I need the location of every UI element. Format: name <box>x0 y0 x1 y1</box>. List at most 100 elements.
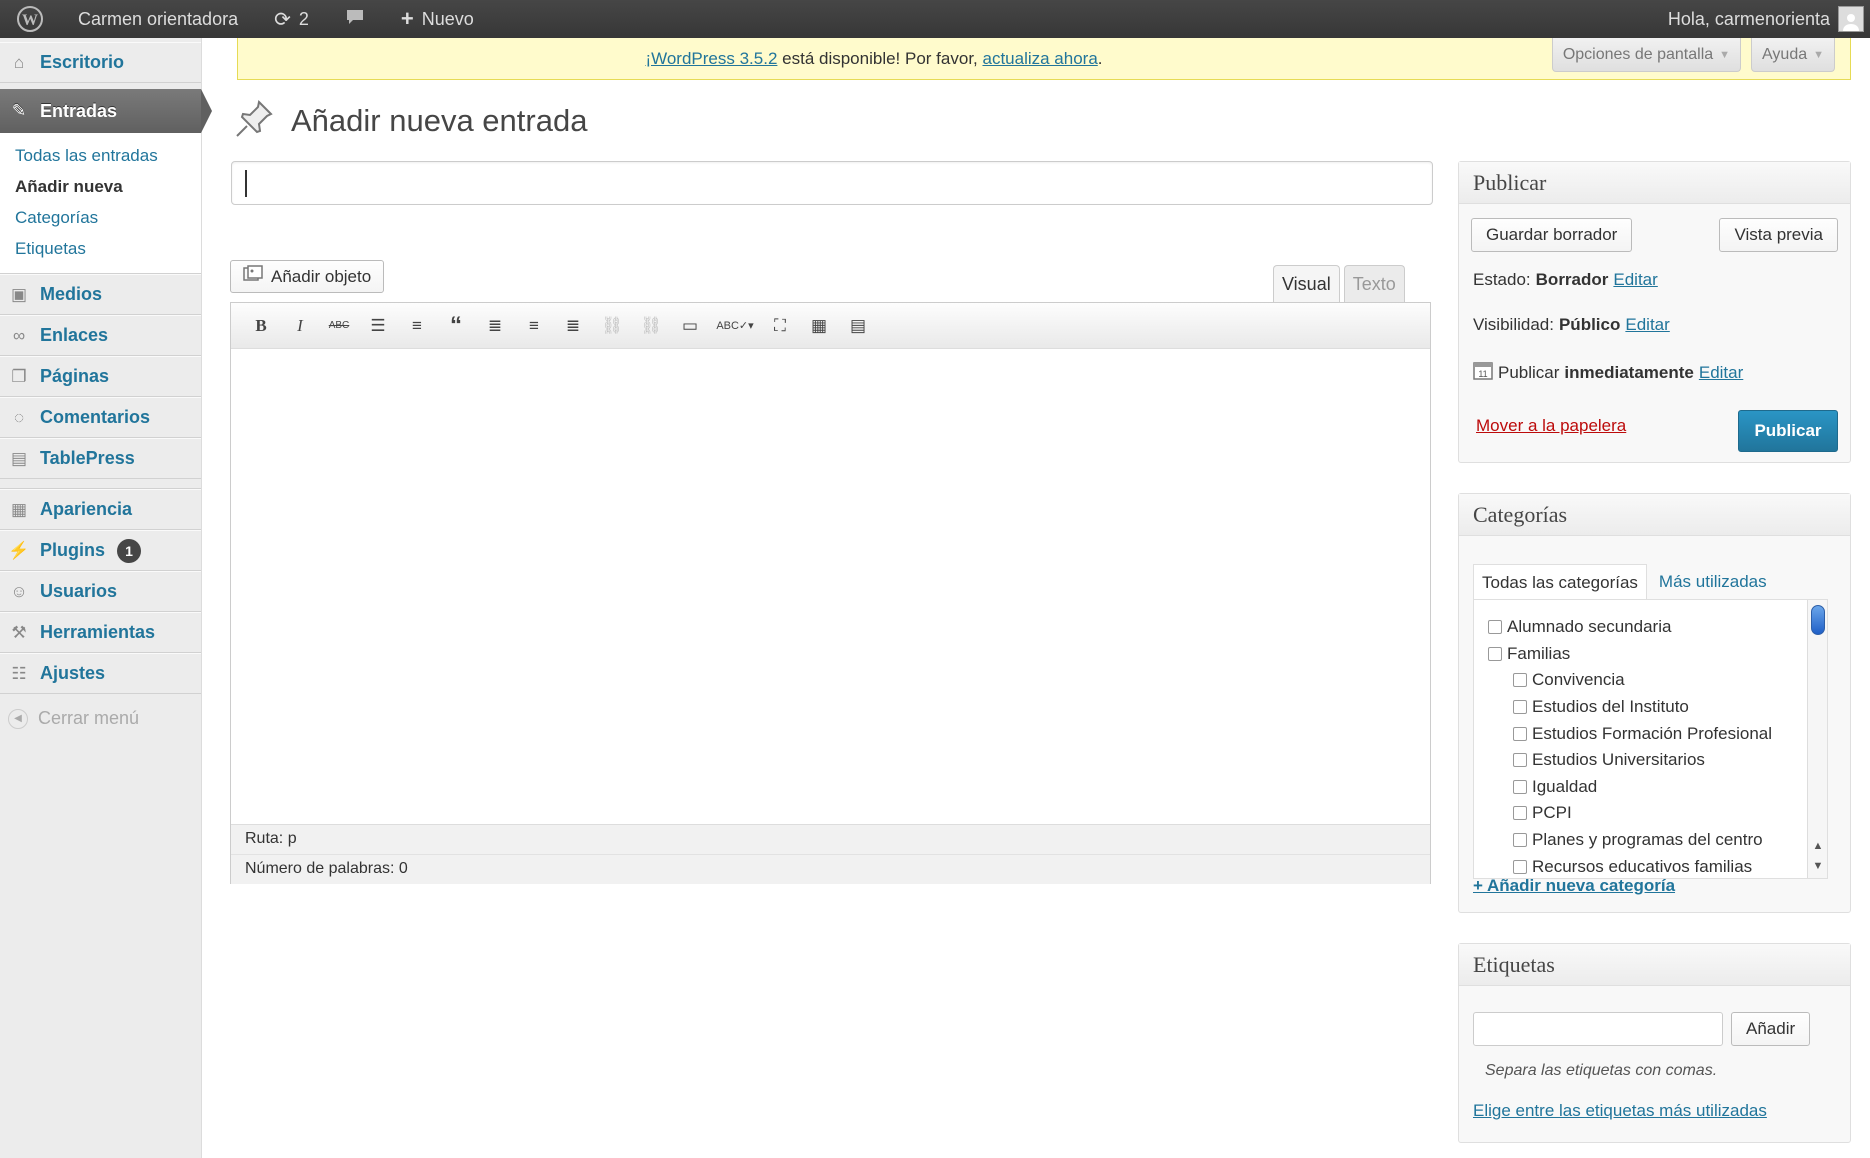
category-item[interactable]: PCPI <box>1488 800 1827 827</box>
category-checkbox[interactable] <box>1513 700 1527 715</box>
tab-all-categories[interactable]: Todas las categorías <box>1473 564 1647 600</box>
category-item[interactable]: Alumnado secundaria <box>1488 614 1827 641</box>
category-checkbox[interactable] <box>1513 673 1527 688</box>
status-value: Borrador <box>1535 270 1609 289</box>
bullet-list-icon[interactable]: ☰ <box>362 311 394 341</box>
edit-visibility-link[interactable]: Editar <box>1625 315 1669 335</box>
menu-item-appearance[interactable]: ▦ Apariencia <box>0 489 201 530</box>
fullscreen-icon[interactable]: ⛶ <box>764 311 796 341</box>
category-checkbox[interactable] <box>1513 779 1527 794</box>
updates-link[interactable]: ⟳ 2 <box>256 0 327 38</box>
menu-item-comments[interactable]: ◌ Comentarios <box>0 397 201 438</box>
link-icon[interactable]: ⛓ <box>596 311 628 341</box>
category-item[interactable]: Convivencia <box>1488 667 1827 694</box>
tab-text[interactable]: Texto <box>1343 265 1405 303</box>
menu-item-dashboard[interactable]: ⌂ Escritorio <box>0 42 201 83</box>
tab-visual[interactable]: Visual <box>1273 265 1340 303</box>
category-item[interactable]: Igualdad <box>1488 774 1827 801</box>
add-media-button[interactable]: Añadir objeto <box>230 260 385 293</box>
trash-link[interactable]: Mover a la papelera <box>1476 416 1626 436</box>
category-item[interactable]: Planes y programas del centro <box>1488 827 1827 854</box>
kitchen-sink-icon[interactable]: ▦ <box>803 311 835 341</box>
save-draft-button[interactable]: Guardar borrador <box>1471 218 1633 252</box>
my-account-link[interactable]: Hola, carmenorienta <box>1650 0 1870 38</box>
category-checkbox[interactable] <box>1513 859 1527 874</box>
collapse-menu-button[interactable]: ◀ Cerrar menú <box>0 698 201 739</box>
category-checkbox[interactable] <box>1488 620 1502 635</box>
category-checkbox[interactable] <box>1513 726 1527 741</box>
menu-item-media[interactable]: ▣ Medios <box>0 274 201 315</box>
distraction-free-icon[interactable]: ▤ <box>842 311 874 341</box>
menu-item-pages[interactable]: ❐ Páginas <box>0 356 201 397</box>
italic-icon[interactable]: I <box>284 311 316 341</box>
menu-item-tools[interactable]: ⚒ Herramientas <box>0 612 201 653</box>
category-item[interactable]: Familias <box>1488 641 1827 668</box>
preview-button[interactable]: Vista previa <box>1719 218 1838 252</box>
comments-link[interactable] <box>327 0 383 38</box>
category-checkbox[interactable] <box>1513 806 1527 821</box>
choose-tags-link[interactable]: Elige entre las etiquetas más utilizadas <box>1473 1101 1767 1121</box>
blockquote-icon[interactable]: “ <box>440 311 472 341</box>
menu-label: TablePress <box>40 448 135 468</box>
edit-schedule-link[interactable]: Editar <box>1699 363 1743 383</box>
pages-icon: ❐ <box>11 366 27 386</box>
more-tag-icon[interactable]: ▭ <box>674 311 706 341</box>
submenu-item-tags[interactable]: Etiquetas <box>0 234 201 265</box>
menu-item-settings[interactable]: ☷ Ajustes <box>0 653 201 694</box>
category-scrollbar[interactable]: ▲ ▼ <box>1807 600 1827 878</box>
publish-button[interactable]: Publicar <box>1738 410 1838 452</box>
bold-icon[interactable]: B <box>245 311 277 341</box>
collapse-arrow-icon: ◀ <box>8 708 28 729</box>
align-right-icon[interactable]: ≣ <box>557 311 589 341</box>
media-icon: ▣ <box>10 284 28 304</box>
submenu-item-all-posts[interactable]: Todas las entradas <box>0 141 201 172</box>
category-checkbox[interactable] <box>1488 646 1502 661</box>
menu-label: Ajustes <box>40 663 106 683</box>
screen-options-button[interactable]: Opciones de pantalla ▼ <box>1551 38 1742 72</box>
svg-text:11: 11 <box>1478 369 1487 379</box>
strikethrough-icon[interactable]: ABC <box>323 311 355 341</box>
post-title-input[interactable] <box>231 161 1433 205</box>
page-title: Añadir nueva entrada <box>291 102 588 138</box>
menu-item-users[interactable]: ☺ Usuarios <box>0 571 201 612</box>
scroll-down-arrow-icon[interactable]: ▼ <box>1808 860 1827 872</box>
category-label: Recursos educativos familias <box>1532 856 1753 876</box>
align-left-icon[interactable]: ≣ <box>479 311 511 341</box>
category-checkbox[interactable] <box>1513 833 1527 848</box>
align-center-icon[interactable]: ≡ <box>518 311 550 341</box>
menu-item-tablepress[interactable]: ▤ TablePress <box>0 438 201 479</box>
help-button[interactable]: Ayuda ▼ <box>1751 38 1835 72</box>
category-item[interactable]: Estudios Universitarios <box>1488 747 1827 774</box>
editor-content-area[interactable] <box>231 349 1430 824</box>
tag-input[interactable] <box>1473 1012 1723 1046</box>
add-tag-button[interactable]: Añadir <box>1731 1012 1811 1046</box>
category-checkbox[interactable] <box>1513 753 1527 768</box>
menu-label: Comentarios <box>40 407 151 427</box>
menu-label: Apariencia <box>40 499 133 519</box>
menu-item-posts[interactable]: ✎ Entradas <box>0 89 212 133</box>
wordpress-logo-icon[interactable]: W <box>0 0 60 38</box>
scrollbar-thumb[interactable] <box>1811 605 1825 635</box>
tab-most-used[interactable]: Más utilizadas <box>1647 564 1775 600</box>
edit-status-link[interactable]: Editar <box>1613 270 1657 290</box>
category-item[interactable]: Estudios del Instituto <box>1488 694 1827 721</box>
scroll-up-arrow-icon[interactable]: ▲ <box>1808 840 1827 852</box>
unlink-icon[interactable]: ⛓ <box>635 311 667 341</box>
category-item[interactable]: Estudios Formación Profesional <box>1488 720 1827 747</box>
wordpress-version-link[interactable]: ¡WordPress 3.5.2 <box>645 49 777 69</box>
add-new-category-link[interactable]: + Añadir nueva categoría <box>1473 876 1675 896</box>
update-now-link[interactable]: actualiza ahora <box>982 49 1097 69</box>
spellcheck-icon[interactable]: ABC✓▾ <box>713 311 757 341</box>
menu-item-plugins[interactable]: ⚡ Plugins 1 <box>0 530 201 571</box>
word-count: Número de palabras: 0 <box>231 854 1430 884</box>
site-name-link[interactable]: Carmen orientadora <box>60 0 256 38</box>
visibility-row: Visibilidad: Público Editar <box>1473 315 1670 335</box>
category-label: Igualdad <box>1532 776 1598 796</box>
submenu-item-add-new[interactable]: Añadir nueva <box>0 172 201 203</box>
menu-item-links[interactable]: ∞ Enlaces <box>0 315 201 356</box>
numbered-list-icon[interactable]: ≡ <box>401 311 433 341</box>
submenu-item-categories[interactable]: Categorías <box>0 203 201 234</box>
menu-label: Medios <box>40 284 103 304</box>
new-content-link[interactable]: + Nuevo <box>383 0 492 38</box>
notice-text: está disponible! Por favor, <box>777 48 983 68</box>
